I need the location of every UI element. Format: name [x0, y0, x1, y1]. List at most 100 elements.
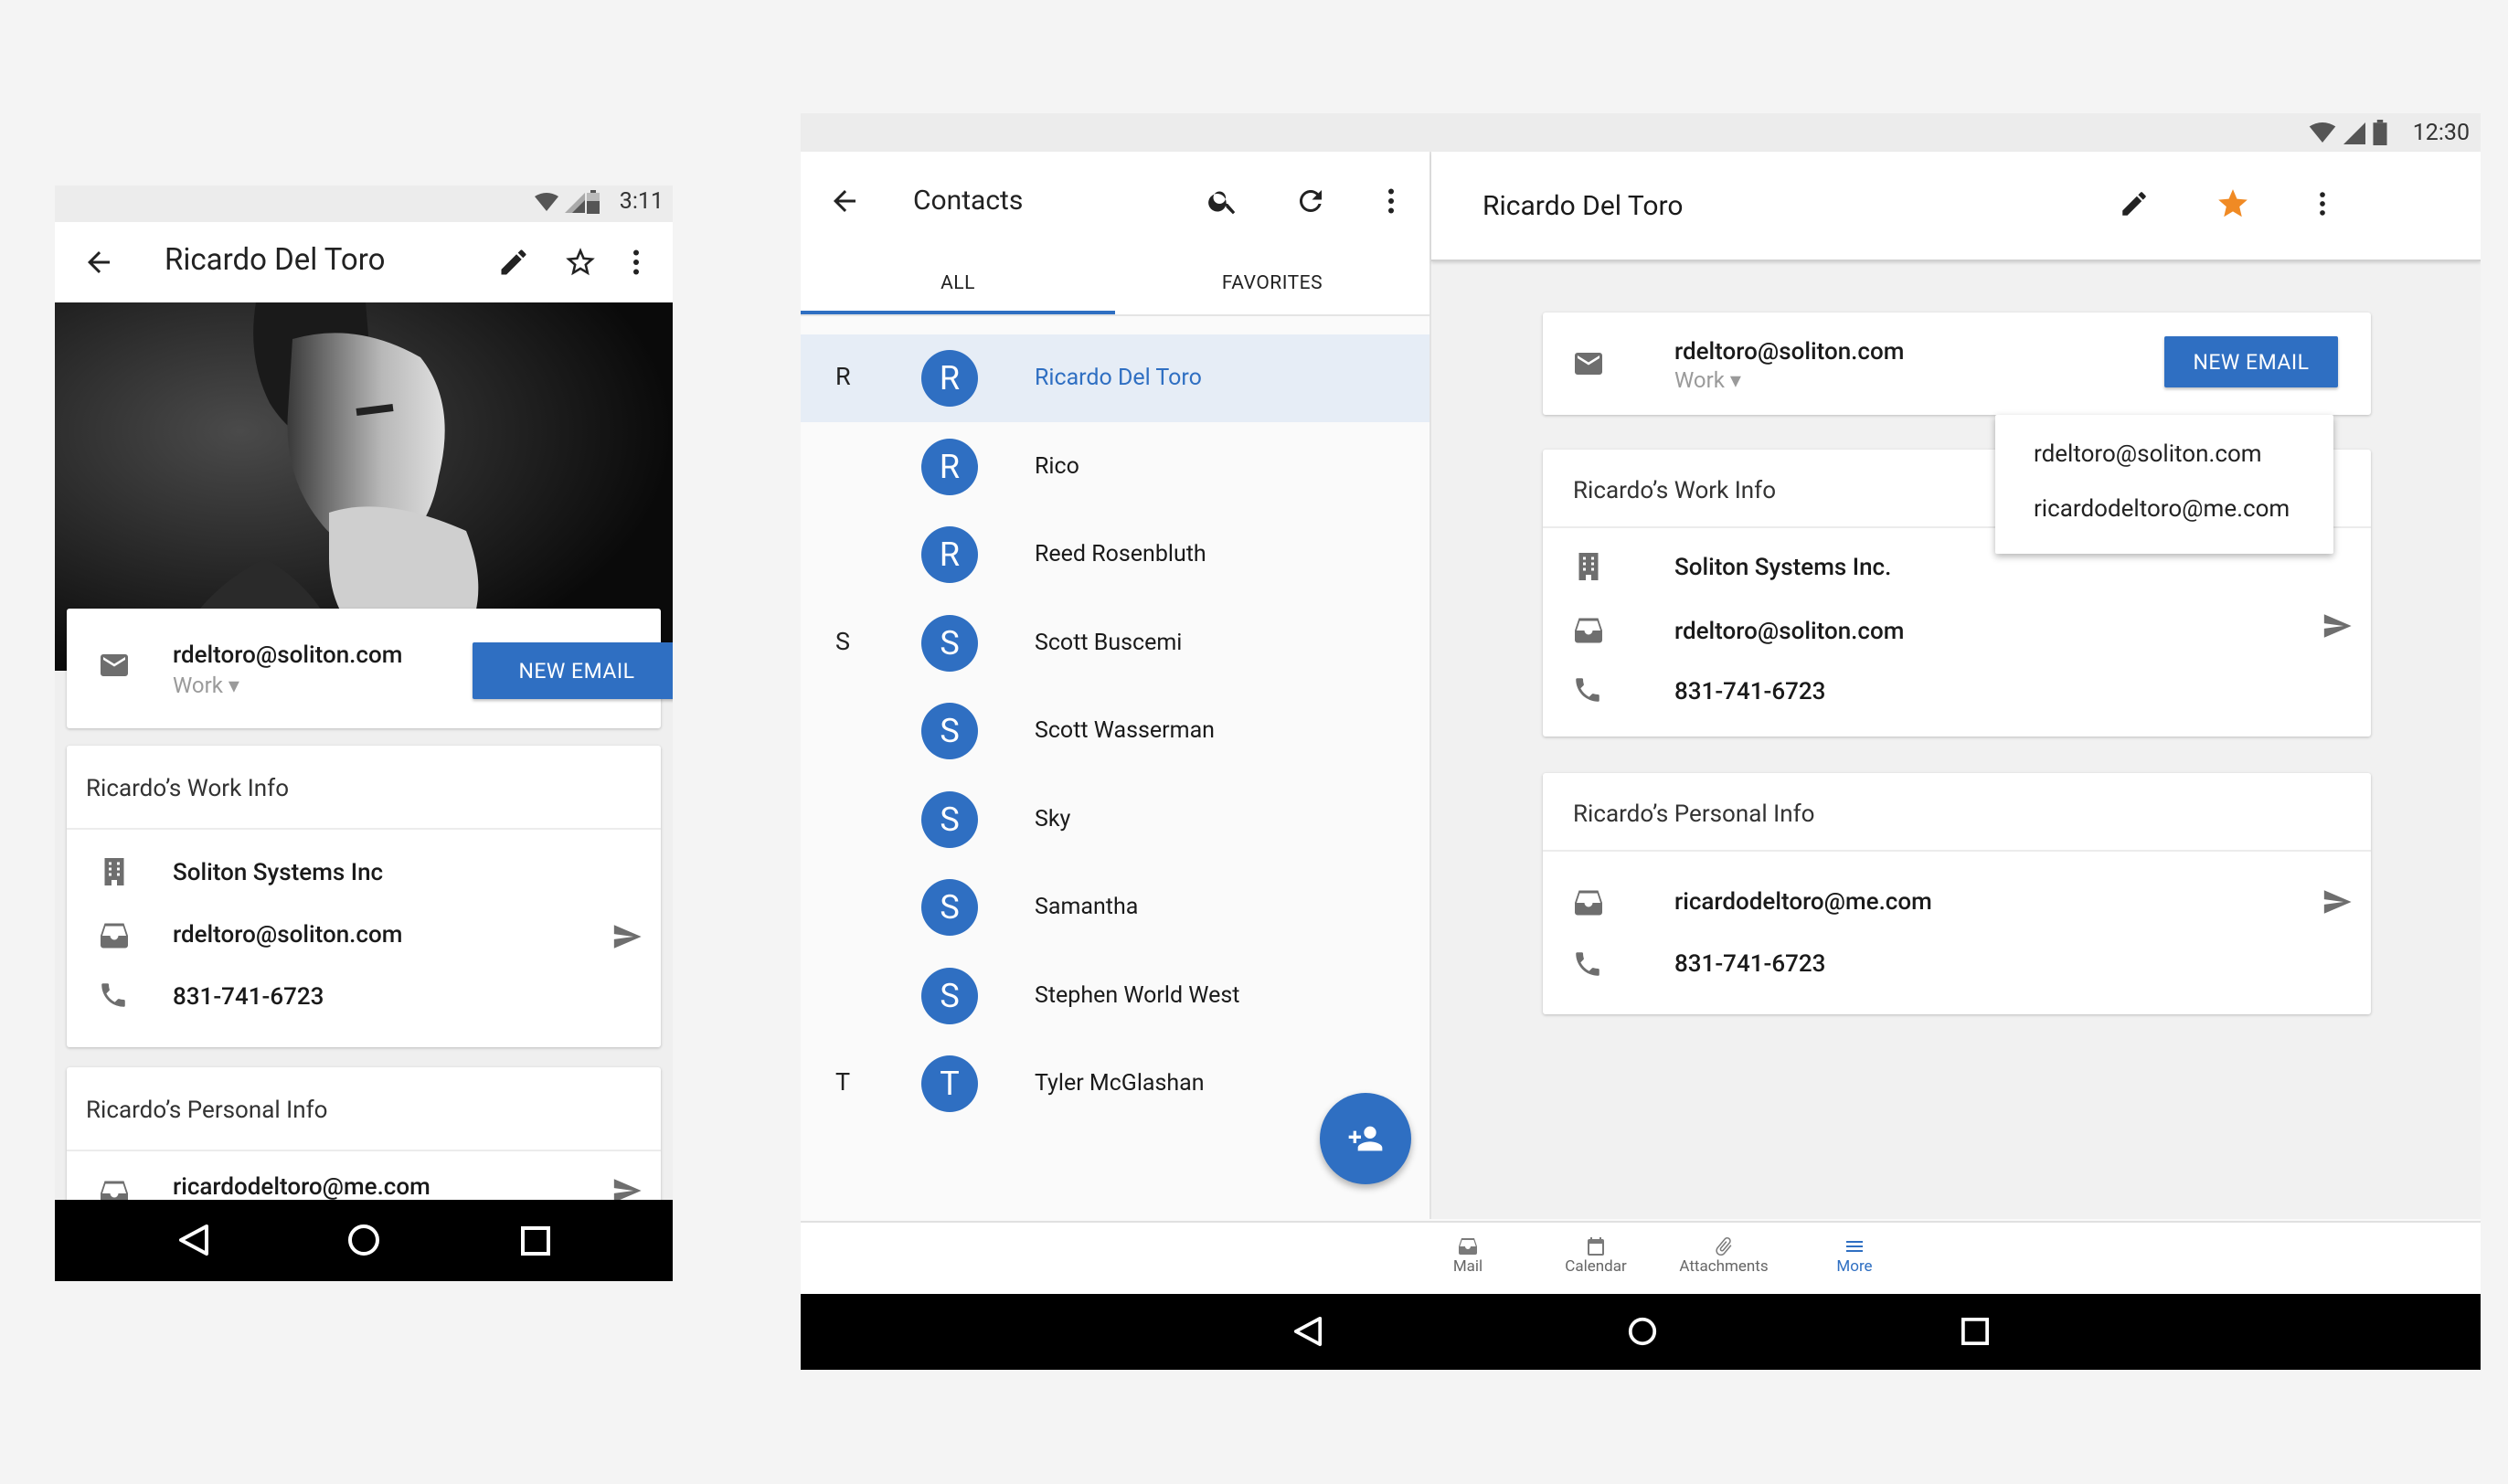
paperclip-icon: [1716, 1237, 1732, 1256]
phone-mockup: 3:11 Ricardo Del Toro rdeltoro@soliton.c…: [55, 186, 673, 1281]
bottom-nav-attachments[interactable]: Attachments: [1655, 1235, 1792, 1276]
building-icon: [1572, 550, 1605, 583]
inbox-icon: [98, 919, 131, 952]
contact-name: Sky: [1035, 805, 1071, 832]
avatar: S: [921, 614, 978, 672]
email-card: rdeltoro@soliton.com Work ▾ NEW EMAIL: [67, 609, 673, 728]
refresh-icon[interactable]: [1294, 185, 1327, 217]
work-email[interactable]: rdeltoro@soliton.com: [1674, 618, 1904, 645]
avatar: R: [921, 526, 978, 583]
nav-back-icon[interactable]: [1292, 1316, 1323, 1347]
personal-info-card: Ricardo’s Personal Info ricardodeltoro@m…: [1543, 773, 2371, 1014]
contact-name: Rico: [1035, 452, 1079, 480]
work-info-title: Ricardo’s Work Info: [1573, 477, 1777, 504]
back-arrow-icon[interactable]: [828, 185, 861, 217]
tab-indicator: [801, 311, 1115, 314]
add-person-icon: [1348, 1126, 1383, 1151]
work-phone[interactable]: 831-741-6723: [173, 983, 324, 1011]
edit-pencil-icon[interactable]: [497, 246, 530, 279]
contact-name: Scott Wasserman: [1035, 717, 1215, 744]
phone-icon: [1572, 949, 1603, 980]
star-filled-icon[interactable]: [2216, 186, 2250, 221]
contact-row[interactable]: R Reed Rosenbluth: [801, 511, 1429, 599]
avatar: S: [921, 790, 978, 848]
work-email[interactable]: rdeltoro@soliton.com: [173, 921, 402, 949]
email-type-selector[interactable]: Work ▾: [173, 673, 239, 698]
status-time: 3:11: [619, 188, 664, 215]
contact-name: Stephen World West: [1035, 981, 1240, 1009]
section-letter: T: [835, 1067, 851, 1097]
contact-row[interactable]: S Samantha: [801, 864, 1429, 951]
send-icon[interactable]: [2322, 610, 2353, 641]
new-email-button[interactable]: NEW EMAIL: [2164, 336, 2338, 387]
contact-name: Samantha: [1035, 894, 1139, 920]
star-outline-icon[interactable]: [563, 245, 598, 280]
wifi-icon: [535, 193, 558, 211]
nav-recents-icon[interactable]: [1961, 1318, 1989, 1345]
contacts-title: Contacts: [913, 185, 1024, 217]
bottom-nav-calendar[interactable]: Calendar: [1546, 1235, 1646, 1276]
more-vert-icon[interactable]: [620, 246, 653, 279]
personal-email[interactable]: ricardodeltoro@me.com: [173, 1173, 430, 1201]
contact-row[interactable]: S Sky: [801, 776, 1429, 864]
bottom-nav-label: More: [1836, 1257, 1873, 1276]
personal-phone[interactable]: 831-741-6723: [1674, 950, 1825, 978]
tablet-mockup: 12:30 Contacts ALL FAVORITES R R Ricardo D…: [801, 113, 2481, 1370]
work-phone[interactable]: 831-741-6723: [1674, 678, 1825, 705]
inbox-icon: [1572, 614, 1605, 647]
contact-row[interactable]: S Scott Wasserman: [801, 687, 1429, 775]
system-nav-bar: [801, 1294, 2481, 1370]
contact-row[interactable]: S Stephen World West: [801, 952, 1429, 1040]
new-email-button[interactable]: NEW EMAIL: [473, 642, 673, 699]
nav-home-icon[interactable]: [347, 1224, 380, 1256]
list-toolbar: Contacts: [801, 152, 1429, 254]
more-vert-icon[interactable]: [1375, 185, 1408, 217]
contact-name: Tyler McGlashan: [1035, 1070, 1205, 1097]
contact-title: Ricardo Del Toro: [1482, 190, 1684, 222]
send-icon[interactable]: [611, 921, 643, 952]
nav-back-icon[interactable]: [177, 1224, 210, 1256]
nav-recents-icon[interactable]: [521, 1226, 550, 1256]
contact-row[interactable]: R Rico: [801, 423, 1429, 511]
contact-detail-pane: Ricardo Del Toro rdeltoro@soliton.com Wo…: [1431, 152, 2481, 1219]
contact-name: Reed Rosenbluth: [1035, 541, 1206, 567]
battery-icon: [2373, 120, 2387, 145]
avatar: R: [921, 350, 978, 407]
more-vert-icon[interactable]: [2307, 188, 2338, 219]
contact-name: Ricardo Del Toro: [1035, 365, 1202, 391]
tab-favorites[interactable]: FAVORITES: [1115, 254, 1429, 313]
divider: [67, 1150, 661, 1151]
section-letter: S: [835, 626, 851, 656]
personal-info-title: Ricardo’s Personal Info: [1573, 800, 1815, 828]
menu-icon: [1846, 1241, 1863, 1252]
search-icon[interactable]: [1206, 185, 1239, 217]
personal-email[interactable]: ricardodeltoro@me.com: [1674, 888, 1932, 916]
back-arrow-icon[interactable]: [82, 246, 115, 279]
divider: [1543, 850, 2371, 852]
bottom-nav-label: Calendar: [1565, 1257, 1627, 1276]
signal-icon: [565, 193, 585, 213]
edit-pencil-icon[interactable]: [2119, 188, 2150, 219]
dropdown-item[interactable]: ricardodeltoro@me.com: [2034, 495, 2290, 523]
contact-row[interactable]: S S Scott Buscemi: [801, 599, 1429, 687]
nav-home-icon[interactable]: [1627, 1316, 1658, 1347]
bottom-nav-more[interactable]: More: [1809, 1235, 1900, 1276]
phone-icon: [98, 980, 129, 1011]
contact-title: Ricardo Del Toro: [165, 242, 386, 278]
bottom-nav-label: Mail: [1452, 1257, 1483, 1276]
status-time: 12:30: [2412, 120, 2470, 146]
add-contact-fab[interactable]: [1320, 1093, 1411, 1184]
battery-icon: [587, 190, 600, 214]
dropdown-item[interactable]: rdeltoro@soliton.com: [2034, 440, 2262, 468]
inbox-icon: [1572, 886, 1605, 919]
send-icon[interactable]: [2322, 886, 2353, 917]
detail-toolbar: Ricardo Del Toro: [1431, 152, 2481, 261]
tab-all[interactable]: ALL: [801, 254, 1115, 313]
building-icon: [98, 855, 131, 888]
bottom-navigation: Mail Calendar Attachments More: [801, 1221, 2481, 1296]
contact-row[interactable]: R R Ricardo Del Toro: [801, 334, 1429, 422]
company-name: Soliton Systems Inc: [173, 859, 384, 886]
email-type-selector[interactable]: Work ▾: [1674, 367, 1741, 393]
email-address: rdeltoro@soliton.com: [1674, 338, 1905, 366]
bottom-nav-mail[interactable]: Mail: [1422, 1235, 1514, 1276]
